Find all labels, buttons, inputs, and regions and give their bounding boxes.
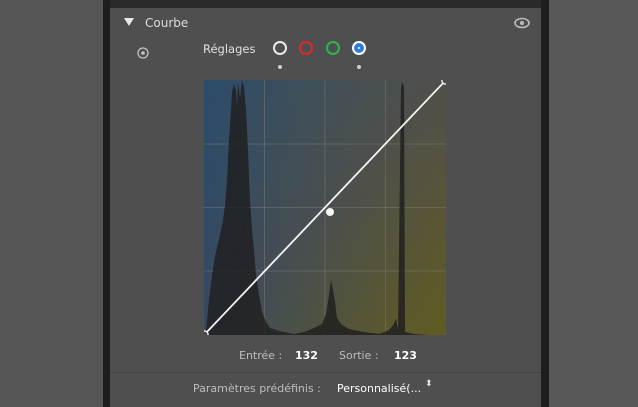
curve-point-white[interactable] [441,80,446,85]
dropdown-arrows-icon[interactable]: ⬍ [425,380,433,389]
channel-green-button[interactable] [326,41,340,55]
settings-label: Réglages [203,42,256,56]
right-divider [541,0,549,407]
left-divider [103,0,110,407]
channel-indicator-dot [357,65,361,69]
input-label: Entrée : [239,349,283,362]
presets-label: Paramètres prédéfinis : [193,382,321,395]
triangle-down-icon[interactable] [124,18,134,26]
panel-header[interactable]: Courbe [110,10,541,38]
channel-indicator-dot [278,65,282,69]
right-background [549,0,638,407]
curve-point-mid[interactable] [326,208,334,216]
output-value: 123 [394,349,417,362]
channel-blue-button[interactable] [352,41,366,55]
curve-graph[interactable] [204,80,446,335]
left-background [0,0,103,407]
eye-icon[interactable] [513,16,531,30]
curve-point-black[interactable] [204,330,209,335]
channel-luminance-button[interactable] [273,41,287,55]
panel-top-strip [110,0,541,8]
separator [110,372,541,373]
target-icon[interactable] [136,46,150,60]
presets-select[interactable]: Personnalisé(... [337,382,421,395]
output-label: Sortie : [339,349,379,362]
input-value: 132 [295,349,318,362]
panel-title: Courbe [145,16,189,30]
channel-red-button[interactable] [299,41,313,55]
